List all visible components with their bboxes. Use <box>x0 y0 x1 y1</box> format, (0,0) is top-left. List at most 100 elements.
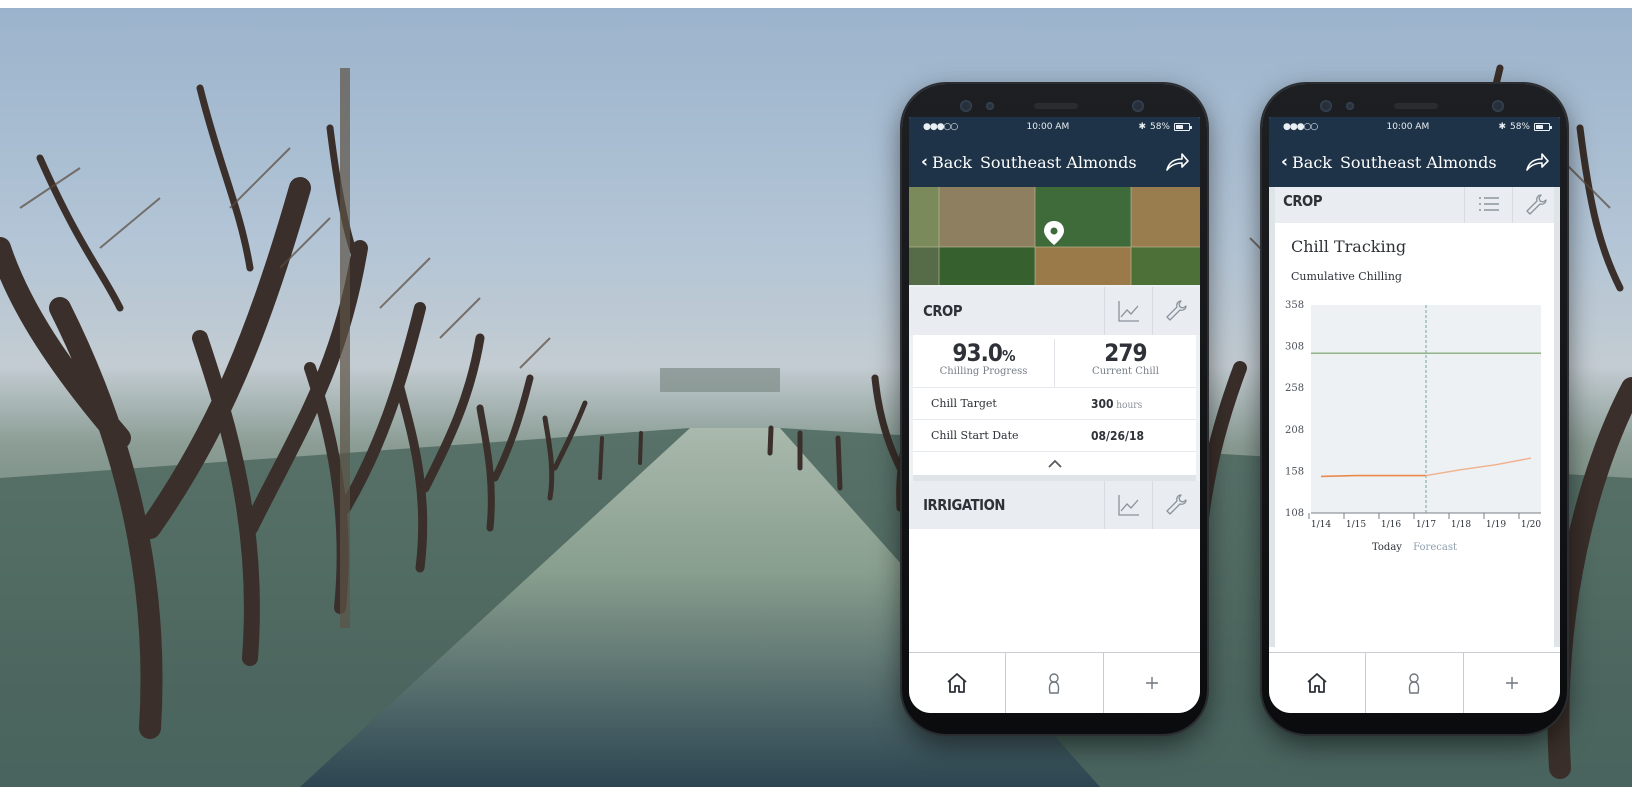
legend-forecast: Forecast <box>1413 542 1457 553</box>
phone-screen: ●●●○○ 10:00 AM ✱ 58% ‹ Back Southeast Al… <box>909 117 1200 713</box>
phone-screen: ●●●○○ 10:00 AM ✱ 58% ‹ Back Southeast Al… <box>1269 117 1560 713</box>
battery-icon <box>1534 123 1552 131</box>
tab-bar <box>1269 652 1560 713</box>
chill-target-label: Chill Target <box>931 397 997 410</box>
back-label: Back <box>1292 152 1332 172</box>
nav-title: Southeast Almonds <box>979 152 1137 172</box>
x-tick-label: 1/18 <box>1451 520 1471 530</box>
x-tick-label: 1/17 <box>1416 520 1436 530</box>
signal-indicator: ●●●○○ <box>923 122 958 132</box>
battery-percent: 58% <box>1509 122 1530 132</box>
chill-series-line <box>1320 474 1426 478</box>
field-map[interactable] <box>909 187 1200 285</box>
wrench-icon <box>1165 494 1187 515</box>
chill-tracking-card: Chill Tracking Cumulative Chilling 358 30… <box>1275 223 1554 641</box>
current-chill-stat: 279 Current Chill <box>1054 339 1196 387</box>
chill-start-date-value: 08/26/18 <box>1091 428 1144 443</box>
tab-add[interactable] <box>1102 653 1200 713</box>
y-tick-label: 158 <box>1285 466 1304 477</box>
phone-mockup-crop: ●●●○○ 10:00 AM ✱ 58% ‹ Back Southeast Al… <box>902 84 1207 734</box>
status-time: 10:00 AM <box>1386 122 1430 132</box>
share-arrow-icon[interactable] <box>1164 150 1190 174</box>
satellite-map-image <box>909 187 1200 285</box>
chill-start-date-row: Chill Start Date 08/26/18 <box>913 419 1196 451</box>
chevron-up-icon <box>1047 459 1062 468</box>
crop-section-title: CROP <box>1283 192 1323 210</box>
crop-section-header: CROP <box>909 287 1200 335</box>
tab-home[interactable] <box>1269 653 1365 713</box>
tab-profile[interactable] <box>1365 653 1462 713</box>
collapse-button[interactable] <box>913 451 1196 481</box>
phone-mockup-chill-tracking: ●●●○○ 10:00 AM ✱ 58% ‹ Back Southeast Al… <box>1262 84 1567 734</box>
chevron-left-icon: ‹ <box>921 152 929 172</box>
home-icon <box>1307 673 1327 693</box>
bluetooth-icon: ✱ <box>1498 122 1506 132</box>
y-tick-label: 108 <box>1285 508 1304 519</box>
current-chill-value: 279 <box>1104 339 1147 367</box>
person-icon <box>1049 673 1060 694</box>
wrench-icon <box>1165 300 1187 321</box>
tab-profile[interactable] <box>1005 653 1102 713</box>
tab-bar <box>909 652 1200 713</box>
y-tick-label: 208 <box>1285 425 1304 436</box>
irrigation-section-title: IRRIGATION <box>923 496 1006 514</box>
crop-section-title: CROP <box>923 302 963 320</box>
list-icon <box>1478 197 1499 211</box>
crop-stats: 93.0% Chilling Progress 279 Current Chil… <box>913 335 1196 387</box>
chart-button[interactable] <box>1104 287 1152 335</box>
phone-sensors <box>942 98 1167 114</box>
tab-add[interactable] <box>1462 653 1560 713</box>
settings-button[interactable] <box>1152 287 1200 335</box>
phone-sensors <box>1302 98 1527 114</box>
chilling-progress-value: 93.0 <box>952 339 1003 367</box>
battery-percent: 58% <box>1149 122 1170 132</box>
x-tick-label: 1/14 <box>1311 520 1331 530</box>
tab-home[interactable] <box>909 653 1005 713</box>
chill-tracking-title: Chill Tracking <box>1291 237 1407 256</box>
battery-icon <box>1174 123 1192 131</box>
chill-chart: 358 308 258 208 158 108 1/14 1/15 1/16 1/17 1/18 1/… <box>1279 293 1551 542</box>
irrigation-chart-button[interactable] <box>1104 481 1152 529</box>
x-tick-label: 1/15 <box>1346 520 1366 530</box>
bluetooth-icon: ✱ <box>1138 122 1146 132</box>
card-rail-right <box>1554 187 1560 647</box>
chill-tracking-subtitle: Cumulative Chilling <box>1291 270 1402 283</box>
chill-target-row: Chill Target 300 hours <box>913 387 1196 419</box>
line-chart-icon <box>1117 301 1139 322</box>
signal-indicator: ●●●○○ <box>1283 122 1318 132</box>
irrigation-settings-button[interactable] <box>1152 481 1200 529</box>
x-tick-label: 1/16 <box>1381 520 1401 530</box>
back-button[interactable]: ‹ Back <box>921 152 972 172</box>
status-bar: ●●●○○ 10:00 AM ✱ 58% <box>909 117 1200 137</box>
chilling-progress-label: Chilling Progress <box>939 366 1028 377</box>
home-icon <box>947 673 967 693</box>
wrench-icon <box>1525 194 1547 215</box>
back-button[interactable]: ‹ Back <box>1281 152 1332 172</box>
nav-bar: ‹ Back Southeast Almonds <box>909 137 1200 187</box>
chart-legend: Today Forecast <box>1275 542 1554 553</box>
share-arrow-icon[interactable] <box>1524 150 1550 174</box>
plus-icon <box>1505 677 1518 689</box>
chill-target-value: 300 <box>1091 396 1114 411</box>
status-time: 10:00 AM <box>1026 122 1070 132</box>
y-tick-label: 308 <box>1285 342 1304 353</box>
nav-title: Southeast Almonds <box>1339 152 1497 172</box>
y-tick-label: 358 <box>1285 300 1304 311</box>
person-icon <box>1409 673 1420 694</box>
chill-chart-svg: 358 308 258 208 158 108 1/14 1/15 1/16 1/17 1/18 1/… <box>1285 300 1541 530</box>
chill-start-date-label: Chill Start Date <box>931 429 1019 442</box>
plus-icon <box>1145 677 1158 689</box>
line-chart-icon <box>1117 495 1139 516</box>
chevron-left-icon: ‹ <box>1281 152 1289 172</box>
legend-today: Today <box>1372 542 1402 553</box>
settings-button[interactable] <box>1512 187 1560 223</box>
crop-section-header: CROP <box>1269 187 1560 223</box>
y-tick-label: 258 <box>1285 383 1304 394</box>
current-chill-label: Current Chill <box>1092 366 1159 377</box>
list-view-button[interactable] <box>1464 187 1512 223</box>
nav-bar: ‹ Back Southeast Almonds <box>1269 137 1560 187</box>
back-label: Back <box>932 152 972 172</box>
chill-target-unit: hours <box>1116 399 1143 411</box>
chilling-progress-stat: 93.0% Chilling Progress <box>913 339 1054 387</box>
crop-panel: CROP 93.0% Chilling Progress 279 Current… <box>909 285 1200 529</box>
